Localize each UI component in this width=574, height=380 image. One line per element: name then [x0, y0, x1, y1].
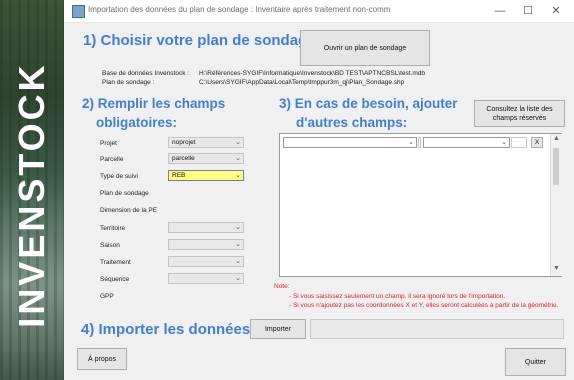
parcelle-value: parcelle [172, 155, 195, 162]
projet-value: noprojet [172, 139, 196, 146]
traitement-label: Traitement [100, 259, 131, 266]
section2-heading-line2: obligatoires: [96, 115, 178, 130]
scroll-thumb[interactable] [553, 148, 559, 185]
note-title: Note: [274, 283, 290, 290]
type-suivi-select[interactable]: REB ⌄ [168, 170, 244, 181]
parcelle-label: Parcelle [100, 156, 124, 163]
scroll-down-icon[interactable]: ▼ [553, 265, 560, 272]
chevron-down-icon: ⌄ [235, 275, 241, 282]
saison-label: Saison [100, 242, 120, 249]
type-suivi-value: REB [172, 172, 186, 179]
traitement-select[interactable]: ⌄ [168, 256, 244, 267]
gpp-label: GPP [100, 293, 114, 300]
close-icon[interactable]: ✕ [544, 2, 568, 20]
app-window: INVENSTOCK Importation des données du pl… [0, 0, 574, 380]
saison-select[interactable]: ⌄ [168, 239, 244, 250]
quit-button[interactable]: Quitter [505, 348, 566, 376]
chevron-down-icon: ⌄ [235, 258, 241, 265]
projet-label: Projet [100, 140, 117, 147]
parcelle-select[interactable]: parcelle ⌄ [168, 153, 244, 164]
db-path: H:\Références-SYGIF\Informatique\Invenst… [199, 70, 426, 77]
territoire-label: Territoire [100, 225, 126, 232]
note-line2: - Si vous n'ajoutez pas les coordonnées … [289, 302, 559, 309]
note-line1: - Si vous saisissez seulement un champ, … [289, 293, 506, 300]
chevron-down-icon: ⌄ [501, 139, 507, 146]
chevron-down-icon: ⌄ [235, 241, 241, 248]
about-button[interactable]: À propos [77, 348, 127, 370]
title-bar: Importation des données du plan de sonda… [64, 0, 574, 23]
open-plan-button[interactable]: Ouvrir un plan de sondage [300, 30, 430, 66]
db-label: Base de données Invenstock : [102, 70, 190, 77]
reserved-fields-button[interactable]: Consultez la liste des champs réservés [474, 100, 565, 127]
chevron-down-icon: ⌄ [235, 172, 241, 179]
dimension-pe-label: Dimension de la PE [100, 207, 158, 214]
chevron-down-icon: ⌄ [235, 224, 241, 231]
chevron-down-icon: ⌄ [235, 155, 241, 162]
chevron-down-icon: ⌄ [408, 139, 414, 146]
plan-path: C:\Users\SYGIF\AppData\Local\Temp\tmppur… [199, 79, 405, 86]
plan-sondage-label: Plan de sondage [100, 190, 149, 197]
extra-field-value-select[interactable]: ⌄ [423, 137, 510, 148]
panel-scrollbar[interactable]: ▲ ▼ [550, 134, 562, 276]
extra-fields-panel: ⌄ ⌄ X ▲ ▼ [279, 133, 562, 277]
brand-sidebar: INVENSTOCK [0, 0, 64, 380]
main-panel: 1) Choisir votre plan de sondage: Ouvrir… [64, 23, 574, 380]
plan-label: Plan de sondage : [102, 79, 155, 86]
maximize-icon[interactable]: ☐ [516, 2, 540, 20]
sequence-label: Séquence [100, 276, 130, 283]
section3-heading-line1: 3) En cas de besoin, ajouter [279, 96, 458, 111]
extra-field-spacer [511, 137, 527, 148]
remove-field-button[interactable]: X [531, 137, 543, 148]
type-suivi-label: Type de suivi [100, 173, 138, 180]
sequence-select[interactable]: ⌄ [168, 273, 244, 284]
import-progress-field [310, 319, 564, 339]
section3-heading-line2: d'autres champs: [296, 115, 408, 130]
section2-heading-line1: 2) Remplir les champs [82, 96, 226, 111]
section1-heading: 1) Choisir votre plan de sondage: [83, 32, 321, 49]
scroll-up-icon[interactable]: ▲ [553, 135, 560, 142]
territoire-select[interactable]: ⌄ [168, 222, 244, 233]
projet-select[interactable]: noprojet ⌄ [168, 137, 244, 148]
window-title: Importation des données du plan de sonda… [88, 5, 391, 14]
import-button[interactable]: Importer [250, 319, 306, 339]
chevron-down-icon: ⌄ [235, 139, 241, 146]
section4-heading: 4) Importer les données : [81, 321, 260, 338]
minimize-icon[interactable]: — [488, 2, 512, 20]
extra-field-name-select[interactable]: ⌄ [283, 137, 417, 148]
divider [418, 137, 421, 148]
brand-vertical-title: INVENSTOCK [11, 62, 52, 328]
app-icon [72, 5, 85, 18]
